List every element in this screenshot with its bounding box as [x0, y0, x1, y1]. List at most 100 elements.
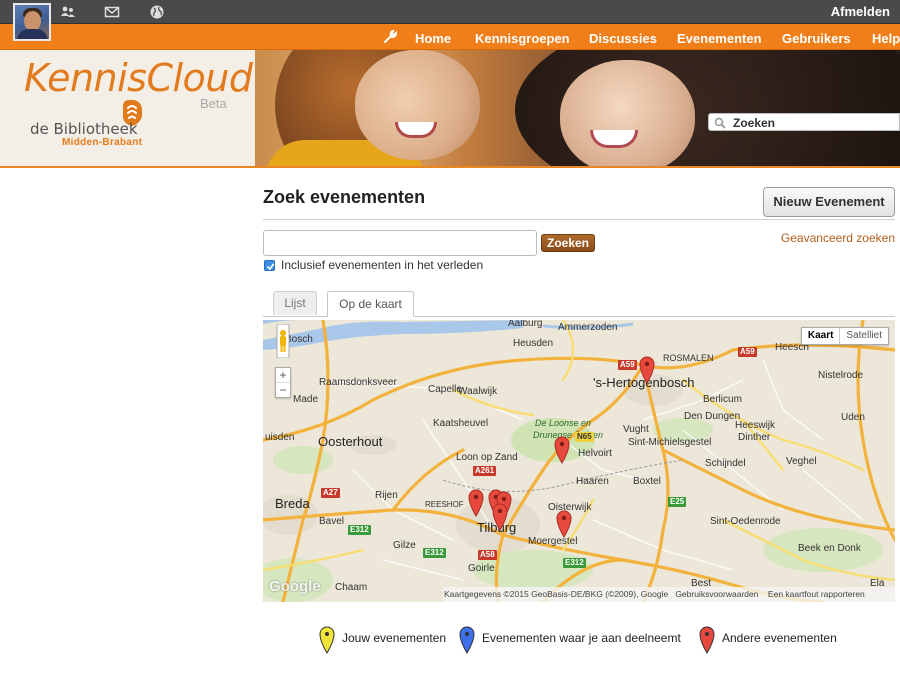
advanced-search-link[interactable]: Geavanceerd zoeken [781, 231, 895, 245]
tab-list[interactable]: Lijst [273, 291, 317, 315]
event-marker[interactable] [467, 487, 485, 517]
road-badge: A27 [321, 488, 340, 498]
event-marker[interactable] [491, 501, 509, 531]
map-label: Sint-Oedenrode [710, 516, 781, 527]
map-label: uisden [265, 432, 295, 443]
include-past-checkbox[interactable] [264, 260, 275, 271]
road-badge: A59 [618, 360, 637, 370]
wrench-icon[interactable] [383, 30, 397, 44]
top-bar: Afmelden [0, 0, 900, 24]
map-label: Schijndel [705, 458, 746, 469]
map-label: Heeswijk [735, 420, 776, 431]
map-type-control: Kaart Satelliet [800, 327, 889, 345]
site-search-placeholder: Zoeken [733, 116, 776, 130]
beta-badge: Beta [200, 96, 227, 111]
road-badge: N65 [575, 432, 594, 442]
red-marker-icon [699, 626, 715, 654]
site-logo[interactable]: KennisCloud [24, 56, 253, 100]
map-label: REESHOF [425, 500, 464, 509]
map-label: Veghel [786, 456, 817, 467]
legend-label: Andere evenementen [722, 631, 837, 645]
map-label: Aalburg [508, 320, 543, 329]
map-label: Capelle [428, 384, 462, 395]
attribution-text: Kaartgegevens ©2015 GeoBasis-DE/BKG (©20… [444, 589, 669, 599]
map-type-satelliet[interactable]: Satelliet [840, 328, 888, 344]
new-event-button[interactable]: Nieuw Evenement [763, 187, 895, 217]
header-banner: KennisCloud Beta de Bibliotheek Midden-B… [0, 50, 900, 168]
road-badge: A261 [473, 466, 497, 476]
legend-label: Jouw evenementen [342, 631, 447, 645]
yellow-marker-icon [319, 626, 335, 654]
tab-map[interactable]: Op de kaart [327, 291, 414, 317]
zoom-control: + − [275, 367, 291, 398]
map-label: Made [293, 394, 319, 405]
map-label: Rijen [375, 490, 398, 501]
map-label: Sint-Michielsgestel [628, 437, 712, 448]
map-label: Haaren [576, 476, 609, 487]
map-label: ROSMALEN [663, 353, 714, 363]
zoom-out-button[interactable]: − [276, 383, 290, 398]
title-divider [263, 219, 895, 220]
terms-link[interactable]: Gebruiksvoorwaarden [675, 589, 758, 599]
map-label: Den Dungen [684, 411, 741, 422]
map-label: Uden [841, 412, 865, 423]
event-marker[interactable] [638, 354, 656, 384]
map-label: Waalwijk [458, 386, 498, 397]
report-error-link[interactable]: Een kaartfout rapporteren [768, 589, 865, 599]
search-button[interactable]: Zoeken [541, 234, 595, 252]
map-label: Beek en Donk [798, 543, 861, 554]
nav-kennisgroepen[interactable]: Kennisgroepen [475, 31, 570, 46]
road-badge: A59 [738, 347, 757, 357]
map-label: Bavel [319, 516, 345, 527]
map-label: Nistelrode [818, 370, 864, 381]
map-label: Raamsdonksveer [319, 377, 397, 388]
events-map[interactable]: Aalburg Ammerzoden Heusden ROSMALEN Hees… [263, 320, 895, 602]
map-label: Breda [275, 496, 310, 511]
blue-marker-icon [459, 626, 475, 654]
street-view-pegman-icon[interactable] [276, 324, 290, 358]
site-search-input[interactable]: Zoeken [708, 113, 900, 131]
map-label: Berlicum [703, 394, 742, 405]
google-logo[interactable]: Google [269, 578, 321, 595]
road-badge: A58 [478, 550, 497, 560]
map-label: Helvoirt [578, 448, 612, 459]
nav-discussies[interactable]: Discussies [589, 31, 657, 46]
map-label: Ammerzoden [558, 322, 618, 333]
include-past-label[interactable]: Inclusief evenementen in het verleden [281, 258, 483, 272]
map-type-kaart[interactable]: Kaart [802, 328, 841, 344]
users-icon[interactable] [60, 4, 76, 20]
map-label: Gilze [393, 540, 416, 551]
check-icon [266, 263, 275, 271]
map-label: Kaatsheuvel [433, 418, 489, 429]
map-label: Heusden [513, 338, 554, 349]
nav-home[interactable]: Home [415, 31, 451, 46]
legend-label: Evenementen waar je aan deelneemt [482, 631, 681, 645]
library-region: Midden-Brabant [62, 137, 143, 148]
nav-evenementen[interactable]: Evenementen [677, 31, 762, 46]
map-label: Chaam [335, 582, 368, 593]
banner-photo [255, 50, 900, 166]
event-marker[interactable] [555, 508, 573, 538]
road-badge: E312 [563, 558, 586, 568]
mail-icon[interactable] [104, 4, 120, 20]
nav-help[interactable]: Help [872, 31, 900, 46]
map-label: Goirle [468, 563, 495, 574]
logout-link[interactable]: Afmelden [831, 4, 890, 19]
map-attribution: Kaartgegevens ©2015 GeoBasis-DE/BKG (©20… [443, 587, 895, 602]
map-label: Loon op Zand [456, 452, 518, 463]
road-badge: E312 [423, 548, 446, 558]
road-badge: E25 [668, 497, 687, 507]
globe-icon[interactable] [149, 4, 165, 20]
map-label: Vught [623, 424, 649, 435]
user-avatar[interactable] [13, 3, 51, 41]
event-search-input[interactable] [263, 230, 537, 256]
nav-gebruikers[interactable]: Gebruikers [782, 31, 851, 46]
library-name: de Bibliotheek [30, 120, 138, 138]
map-label: De Loonse en [535, 418, 592, 428]
map-label: Boxtel [633, 476, 661, 487]
road-badge: E312 [348, 525, 371, 535]
event-marker[interactable] [553, 434, 571, 464]
main-nav: Home Kennisgroepen Discussies Evenemente… [0, 24, 900, 50]
page-title: Zoek evenementen [263, 187, 426, 207]
zoom-in-button[interactable]: + [276, 368, 290, 383]
